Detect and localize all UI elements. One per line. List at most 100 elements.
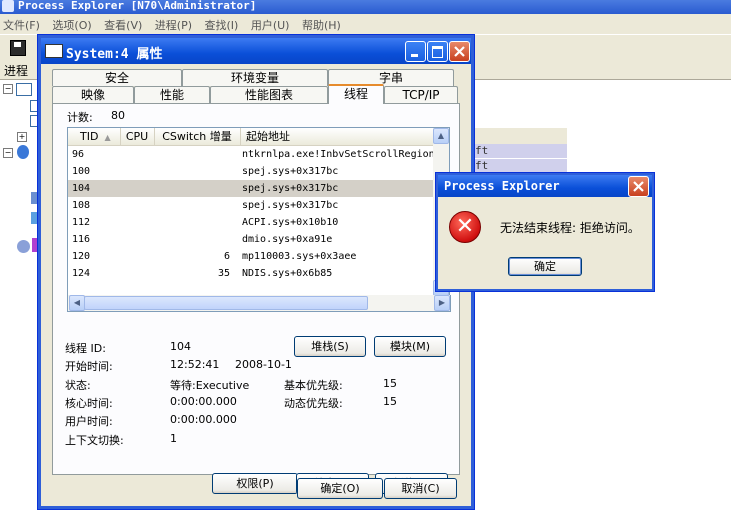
stack-button[interactable]: 堆栈(S) <box>294 336 366 357</box>
thread-tid-cell: 100 <box>72 166 91 177</box>
start-time-label: 开始时间: <box>65 360 113 373</box>
thread-list-horizontal-scrollbar[interactable]: ◀ ▶ <box>67 295 451 312</box>
process-tree: − + − <box>0 80 40 510</box>
start-date-value: 2008-10-1 <box>235 358 292 371</box>
tree-expand-icon[interactable]: + <box>17 132 27 142</box>
sort-ascending-icon: ▲ <box>104 133 111 142</box>
context-switch-label: 上下文切换: <box>65 434 124 447</box>
table-row[interactable]: 112 ACPI.sys+0x10b10 <box>68 214 435 231</box>
save-icon[interactable] <box>10 40 26 56</box>
column-tid-label: TID <box>80 130 99 143</box>
thread-start-address-cell: spej.sys+0x317bc <box>242 200 339 211</box>
tree-collapse-icon[interactable]: − <box>3 84 13 94</box>
menu-find[interactable]: 查找(I) <box>202 14 245 33</box>
tab-tcpip[interactable]: TCP/IP <box>384 86 458 103</box>
tab-environment[interactable]: 环境变量 <box>182 69 328 86</box>
search-process-icon <box>17 240 30 253</box>
module-button[interactable]: 模块(M) <box>374 336 446 357</box>
thread-start-address-cell: spej.sys+0x317bc <box>242 166 339 177</box>
close-icon <box>633 181 644 192</box>
thread-list[interactable]: TID ▲ CPU CSwitch 增量 起始地址 96 ntkrnlpa.exe!… <box>67 127 436 297</box>
tree-collapse-icon[interactable]: − <box>3 148 13 158</box>
error-dialog: Process Explorer ✕ 无法结束线程: 拒绝访问。 确定 <box>435 172 655 292</box>
maximize-button[interactable] <box>427 41 448 62</box>
table-row[interactable]: 120 6 mp110003.sys+0x3aee <box>68 248 435 265</box>
main-window-title: Process Explorer [N70\Administrator] <box>18 0 257 12</box>
base-priority-value: 15 <box>383 377 397 390</box>
error-message: 无法结束线程: 拒绝访问。 <box>500 221 640 235</box>
state-label: 状态: <box>65 379 91 392</box>
menu-file[interactable]: 文件(F) <box>0 14 46 33</box>
thread-start-address-cell: spej.sys+0x317bc <box>242 183 339 194</box>
thread-start-address-cell: mp110003.sys+0x3aee <box>242 251 357 262</box>
column-start-address[interactable]: 起始地址 <box>240 128 435 145</box>
thread-tid-cell: 96 <box>72 149 85 160</box>
tab-threads[interactable]: 线程 <box>328 84 384 104</box>
thread-cswitch-cell: 6 <box>223 251 230 262</box>
window-icon <box>16 83 32 96</box>
tab-security[interactable]: 安全 <box>52 69 182 86</box>
thread-tid-cell: 124 <box>72 268 91 279</box>
ok-button[interactable]: 确定(O) <box>297 478 383 499</box>
kernel-time-label: 核心时间: <box>65 397 113 410</box>
error-title-bar[interactable]: Process Explorer <box>438 175 652 197</box>
scroll-right-icon[interactable]: ▶ <box>434 295 450 311</box>
thread-count-label: 计数: <box>67 111 93 124</box>
thread-count-value: 80 <box>111 109 125 122</box>
error-icon: ✕ <box>449 211 481 243</box>
horizontal-scroll-thumb[interactable] <box>84 296 368 310</box>
dynamic-priority-label: 动态优先级: <box>284 397 343 410</box>
company-cell: ft Corporation <box>473 144 567 171</box>
menu-process[interactable]: 进程(P) <box>152 14 198 33</box>
company-cell: ft Corporation <box>473 159 567 186</box>
kernel-time-value: 0:00:00.000 <box>170 395 237 408</box>
thread-id-value: 104 <box>170 340 191 353</box>
cancel-button[interactable]: 取消(C) <box>384 478 457 499</box>
column-cswitch[interactable]: CSwitch 增量 <box>154 128 241 145</box>
tab-performance[interactable]: 性能 <box>134 86 210 103</box>
thread-tid-cell: 112 <box>72 217 91 228</box>
error-close-button[interactable] <box>628 176 649 197</box>
table-row[interactable]: 104 spej.sys+0x317bc <box>68 180 435 197</box>
table-row[interactable]: 124 35 NDIS.sys+0x6b85 <box>68 265 435 282</box>
user-icon <box>17 145 29 159</box>
table-row[interactable]: 100 spej.sys+0x317bc <box>68 163 435 180</box>
tab-image[interactable]: 映像 <box>52 86 134 103</box>
menu-help[interactable]: 帮助(H) <box>299 14 347 33</box>
scroll-left-icon[interactable]: ◀ <box>69 295 85 311</box>
dynamic-priority-value: 15 <box>383 395 397 408</box>
thread-tid-cell: 120 <box>72 251 91 262</box>
table-row[interactable]: 108 spej.sys+0x317bc <box>68 197 435 214</box>
tab-performance-graph[interactable]: 性能图表 <box>210 86 328 103</box>
error-ok-button[interactable]: 确定 <box>508 257 582 276</box>
menu-options[interactable]: 选项(O) <box>49 14 97 33</box>
thread-tid-cell: 116 <box>72 234 91 245</box>
thread-id-label: 线程 ID: <box>65 342 106 355</box>
state-value: 等待:Executive <box>170 379 250 392</box>
main-window-title-bar[interactable]: Process Explorer [N70\Administrator] <box>0 0 731 14</box>
thread-tid-cell: 104 <box>72 183 91 194</box>
thread-start-address-cell: ntkrnlpa.exe!InbvSetScrollRegion <box>242 149 435 160</box>
table-row[interactable]: 116 dmio.sys+0xa91e <box>68 231 435 248</box>
properties-title-bar[interactable]: System:4 属性 <box>41 38 471 64</box>
user-time-value: 0:00:00.000 <box>170 413 237 426</box>
thread-cswitch-cell: 35 <box>217 268 230 279</box>
start-time-value: 12:52:41 <box>170 358 220 371</box>
scroll-up-icon[interactable]: ▲ <box>433 128 449 144</box>
properties-title: System:4 属性 <box>66 47 163 62</box>
minimize-button[interactable] <box>405 41 426 62</box>
maximize-icon <box>432 46 443 58</box>
minimize-icon <box>411 54 418 57</box>
column-process[interactable]: 进程 <box>4 62 28 79</box>
menu-users[interactable]: 用户(U) <box>248 14 296 33</box>
permissions-button[interactable]: 权限(P) <box>212 473 298 494</box>
table-row[interactable]: 96 ntkrnlpa.exe!InbvSetScrollRegion <box>68 146 435 163</box>
user-time-label: 用户时间: <box>65 415 113 428</box>
menu-view[interactable]: 查看(V) <box>101 14 148 33</box>
close-button[interactable] <box>449 41 470 62</box>
column-cpu[interactable]: CPU <box>120 128 155 145</box>
base-priority-label: 基本优先级: <box>284 379 343 392</box>
app-icon <box>2 0 14 12</box>
column-tid[interactable]: TID ▲ <box>68 128 121 145</box>
properties-dialog: System:4 属性 安全 环境变量 字串 映像 性能 性能图表 线程 TCP… <box>37 34 475 510</box>
